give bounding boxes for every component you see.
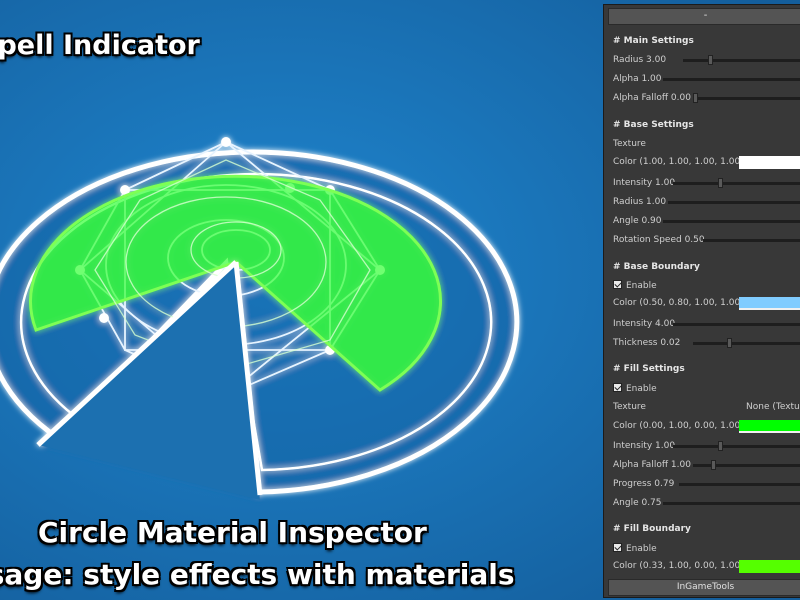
fill-progress-label: Progress 0.79 [613,479,675,489]
scene-title: Spell Indicator [0,30,200,61]
fill-boundary-color-row: Color (0.33, 1.00, 0.00, 1.00) [613,559,800,573]
base-boundary-intensity-slider[interactable] [673,323,800,326]
main-alpha-falloff-label: Alpha Falloff 0.00 [613,93,691,103]
fill-settings-header: # Fill Settings [613,364,685,374]
fill-intensity-row: Intensity 1.00 [613,439,800,453]
base-rotation-speed-row: Rotation Speed 0.50 [613,233,800,247]
fill-progress-row: Progress 0.79 [613,477,800,491]
main-alpha-label: Alpha 1.00 [613,74,662,84]
base-boundary-enable-checkbox[interactable] [613,280,622,289]
base-angle-row: Angle 0.90 [613,214,800,228]
base-boundary-enable-row[interactable]: Enable [613,279,800,293]
fill-alpha-falloff-slider[interactable] [693,460,800,470]
fill-boundary-enable-row[interactable]: Enable [613,542,800,556]
fill-enable-row[interactable]: Enable [613,382,800,396]
slider-handle[interactable] [711,460,716,470]
base-color-swatch[interactable] [739,156,800,169]
caption-line-2: Usage: style effects with materials [0,558,515,591]
base-boundary-thickness-label: Thickness 0.02 [613,338,681,348]
base-radius-row: Radius 1.00 [613,195,800,209]
ingametools-bar[interactable]: InGameTools [608,579,800,596]
base-radius-label: Radius 1.00 [613,197,667,207]
main-radius-slider[interactable] [683,55,800,65]
collapse-bar[interactable]: - [608,8,800,25]
slider-handle[interactable] [718,178,723,188]
base-boundary-header: # Base Boundary [613,262,700,272]
base-intensity-row: Intensity 1.00 [613,176,800,190]
main-alpha-falloff-slider[interactable] [693,93,800,103]
base-settings-header: # Base Settings [613,120,694,130]
slider-handle[interactable] [708,55,713,65]
main-radius-row: Radius 3.00 [613,53,800,67]
fill-enable-label: Enable [626,384,657,394]
base-texture-label: Texture [613,139,646,149]
base-boundary-color-label: Color (0.50, 0.80, 1.00, 1.00) [613,298,744,308]
base-boundary-thickness-row: Thickness 0.02 [613,336,800,350]
fill-alpha-falloff-row: Alpha Falloff 1.00 [613,458,800,472]
base-boundary-intensity-label: Intensity 4.00 [613,319,676,329]
fill-boundary-enable-label: Enable [626,544,657,554]
fill-color-swatch[interactable] [739,420,800,433]
main-radius-label: Radius 3.00 [613,55,667,65]
main-settings-header: # Main Settings [613,36,694,46]
base-intensity-label: Intensity 1.00 [613,178,676,188]
fill-enable-checkbox[interactable] [613,383,622,392]
base-boundary-enable-label: Enable [626,281,657,291]
slider-handle[interactable] [718,441,723,451]
fill-angle-label: Angle 0.75 [613,498,662,508]
base-intensity-slider[interactable] [673,178,800,188]
fill-color-row: Color (0.00, 1.00, 0.00, 1.00) [613,419,800,433]
base-angle-label: Angle 0.90 [613,216,662,226]
base-boundary-intensity-row: Intensity 4.00 [613,317,800,331]
main-alpha-row: Alpha 1.00 [613,72,800,86]
base-boundary-color-row: Color (0.50, 0.80, 1.00, 1.00) [613,296,800,310]
fill-intensity-slider[interactable] [673,441,800,451]
fill-texture-label: Texture [613,402,646,412]
fill-color-label: Color (0.00, 1.00, 0.00, 1.00) [613,421,744,431]
fill-boundary-color-label: Color (0.33, 1.00, 0.00, 1.00) [613,561,744,571]
fill-angle-slider[interactable] [663,502,800,505]
fill-texture-row: Texture None (Texture [613,400,800,414]
material-inspector-panel: - # Main Settings Radius 3.00 Alpha 1.00… [603,4,800,598]
base-angle-slider[interactable] [663,220,800,223]
caption-line-1: Circle Material Inspector [38,516,427,549]
main-alpha-falloff-row: Alpha Falloff 0.00 [613,91,800,105]
fill-boundary-enable-checkbox[interactable] [613,543,622,552]
base-radius-slider[interactable] [668,201,800,204]
base-rotation-speed-slider[interactable] [703,239,800,242]
base-boundary-color-swatch[interactable] [739,297,800,310]
fill-boundary-color-swatch[interactable] [739,560,800,573]
main-alpha-slider[interactable] [663,78,800,81]
fill-boundary-header: # Fill Boundary [613,524,691,534]
fill-progress-slider[interactable] [679,483,800,486]
fill-intensity-label: Intensity 1.00 [613,441,676,451]
base-boundary-thickness-slider[interactable] [693,338,800,348]
slider-handle[interactable] [727,338,732,348]
base-color-label: Color (1.00, 1.00, 1.00, 1.00) [613,157,744,167]
fill-texture-field[interactable]: None (Texture [746,400,800,414]
slider-handle[interactable] [693,93,698,103]
base-rotation-speed-label: Rotation Speed 0.50 [613,235,705,245]
base-color-row: Color (1.00, 1.00, 1.00, 1.00) [613,155,800,169]
fill-alpha-falloff-label: Alpha Falloff 1.00 [613,460,691,470]
fill-angle-row: Angle 0.75 [613,496,800,510]
